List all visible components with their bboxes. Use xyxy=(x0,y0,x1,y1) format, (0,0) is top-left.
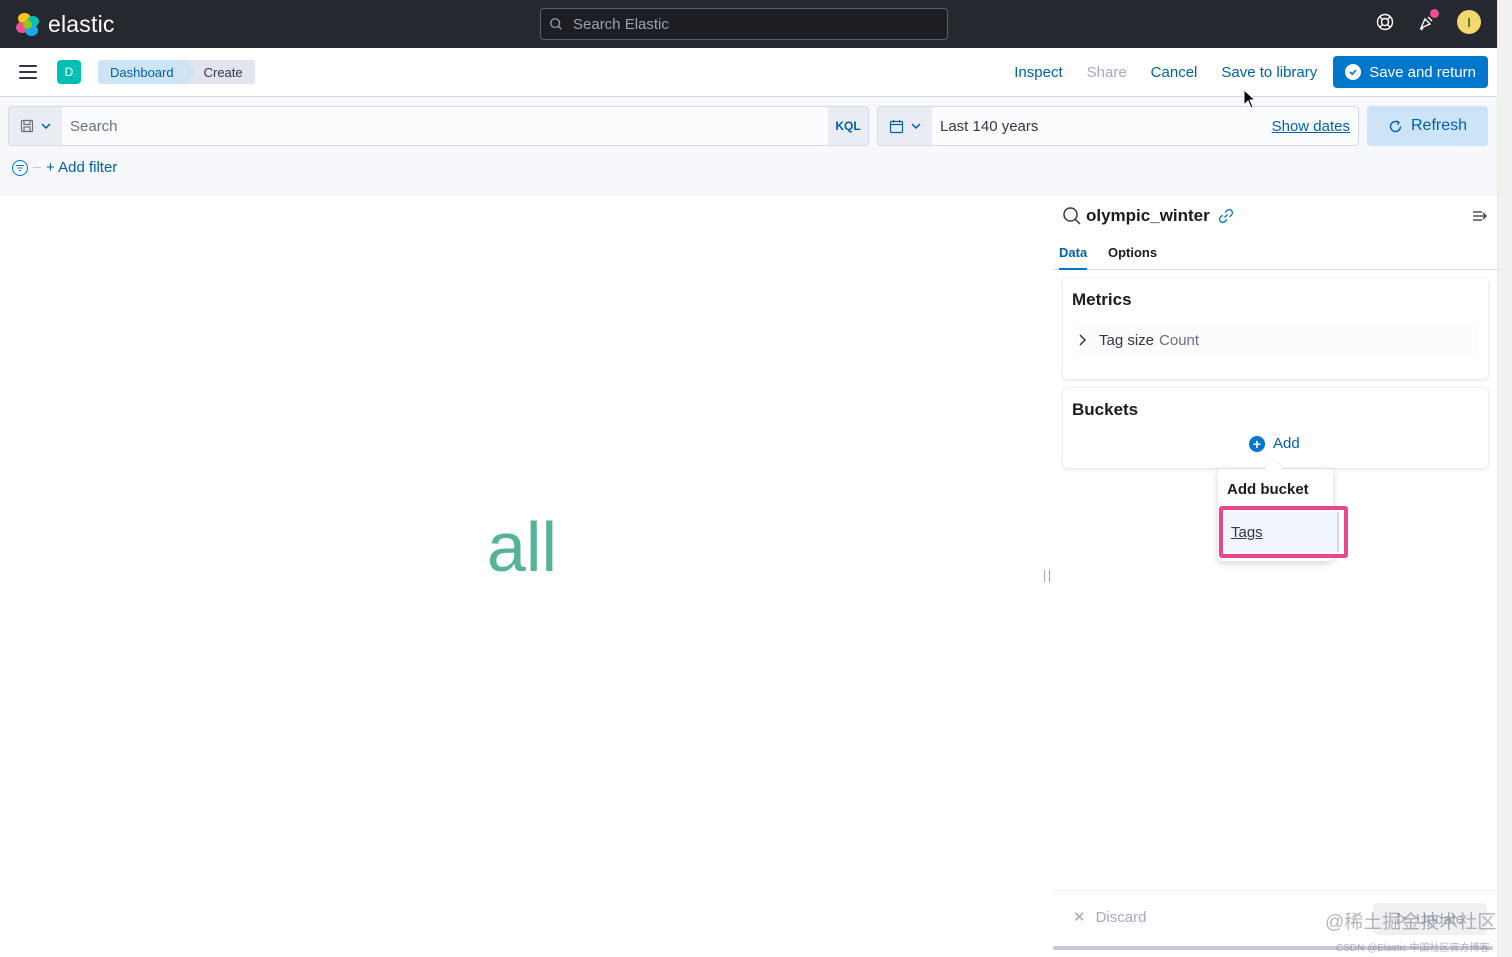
discard-label: Discard xyxy=(1095,908,1147,926)
metric-agg-row[interactable]: Tag size Count xyxy=(1073,323,1478,357)
editor-tabs: Data Options xyxy=(1053,242,1497,270)
panel-resize-handle[interactable] xyxy=(1044,570,1050,582)
watermark-subtext: CSDN @Elastic 中国社区官方博客 xyxy=(1336,943,1490,954)
editor-sidebar: olympic_winter Data Options Metrics Tag … xyxy=(1053,196,1497,957)
chevron-right-icon[interactable] xyxy=(1075,333,1089,347)
saved-query-button[interactable] xyxy=(8,106,62,146)
visualization-canvas: all xyxy=(0,196,1052,957)
refresh-icon xyxy=(1389,119,1402,132)
check-icon xyxy=(1345,64,1362,80)
tab-options[interactable]: Options xyxy=(1108,245,1157,270)
date-range-picker[interactable]: Last 140 years Show dates xyxy=(932,106,1359,146)
watermark-text: @稀土掘金技术社区 xyxy=(1325,912,1497,933)
metric-agg-label: Tag size xyxy=(1099,331,1155,349)
tags-option[interactable]: Tags xyxy=(1225,512,1339,552)
close-icon: ✕ xyxy=(1073,909,1086,926)
breadcrumb-dashboard[interactable]: Dashboard xyxy=(98,60,194,84)
global-search-input[interactable] xyxy=(573,15,933,33)
query-search-input[interactable] xyxy=(70,117,810,135)
notification-dot xyxy=(1430,9,1439,18)
save-and-return-label: Save and return xyxy=(1369,63,1476,81)
filter-divider xyxy=(33,167,41,168)
query-bar: KQL Last 140 years Show dates Refresh + … xyxy=(0,97,1497,196)
user-avatar[interactable]: I xyxy=(1457,10,1481,34)
elastic-logo[interactable]: elastic xyxy=(16,11,115,38)
search-icon xyxy=(1063,207,1081,225)
tag-cloud-word[interactable]: all xyxy=(487,512,557,582)
add-bucket-popover-title: Add bucket xyxy=(1227,481,1309,498)
global-header: elastic I xyxy=(0,0,1497,48)
quick-date-menu-button[interactable] xyxy=(877,106,932,146)
save-and-return-button[interactable]: Save and return xyxy=(1333,56,1488,88)
discard-button: ✕ Discard xyxy=(1073,908,1147,927)
index-pattern-name: olympic_winter xyxy=(1086,206,1210,225)
space-avatar[interactable]: D xyxy=(57,60,81,84)
filter-options-icon[interactable] xyxy=(12,159,28,176)
plus-circle-icon: + xyxy=(1249,435,1265,452)
help-icon[interactable] xyxy=(1373,10,1397,34)
vertical-scrollbar[interactable] xyxy=(1497,0,1512,957)
buckets-title: Buckets xyxy=(1072,400,1139,419)
index-pattern-title: olympic_winter xyxy=(1062,206,1234,226)
add-bucket-label: Add xyxy=(1273,435,1300,452)
metric-agg-type: Count xyxy=(1159,331,1200,349)
save-to-library-link[interactable]: Save to library xyxy=(1221,64,1317,81)
share-link: Share xyxy=(1086,63,1127,81)
tags-option-highlight: Tags xyxy=(1219,506,1348,558)
search-icon xyxy=(550,18,562,30)
calendar-icon xyxy=(889,119,903,133)
tab-data[interactable]: Data xyxy=(1059,245,1088,270)
inspect-link[interactable]: Inspect xyxy=(1014,64,1062,81)
news-feed-icon[interactable] xyxy=(1415,9,1439,34)
chevron-down-icon xyxy=(910,123,921,130)
brand-name: elastic xyxy=(48,11,115,37)
save-icon xyxy=(20,119,33,133)
mouse-cursor-icon xyxy=(1243,89,1257,109)
show-dates-link[interactable]: Show dates xyxy=(1272,118,1350,135)
refresh-label: Refresh xyxy=(1410,117,1468,134)
metrics-title: Metrics xyxy=(1072,290,1132,309)
elastic-logo-icon xyxy=(16,12,40,37)
buckets-panel: Buckets + Add xyxy=(1063,388,1488,468)
metrics-panel: Metrics Tag size Count xyxy=(1063,278,1488,379)
collapse-sidebar-icon[interactable] xyxy=(1472,209,1488,223)
add-filter-button[interactable]: + Add filter xyxy=(46,159,117,176)
menu-icon[interactable] xyxy=(19,65,37,79)
query-language-button[interactable]: KQL xyxy=(828,106,869,146)
breadcrumb-create: Create xyxy=(187,60,255,84)
refresh-button[interactable]: Refresh xyxy=(1367,106,1488,146)
chevron-down-icon xyxy=(40,123,51,130)
app-toolbar: D Dashboard Create Inspect Share Cancel … xyxy=(0,48,1497,97)
link-icon[interactable] xyxy=(1218,208,1234,224)
query-search[interactable] xyxy=(62,106,828,146)
date-range-value: Last 140 years xyxy=(940,117,1039,135)
cancel-link[interactable]: Cancel xyxy=(1151,64,1198,81)
global-search[interactable] xyxy=(540,8,948,40)
add-bucket-button[interactable]: + Add xyxy=(1249,435,1300,452)
breadcrumb: Dashboard Create xyxy=(98,60,255,84)
